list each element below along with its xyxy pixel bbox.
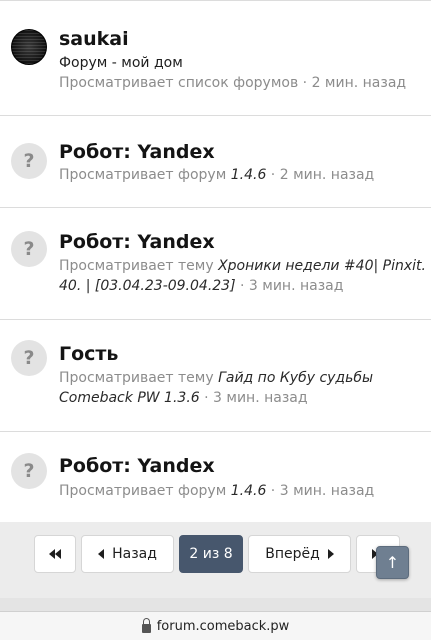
avatar: ? [11, 143, 47, 179]
page-footer-edge [0, 598, 431, 612]
member-name: Робот: Yandex [59, 231, 215, 253]
online-members-list: saukai Форум - мой дом Просматривает спи… [0, 0, 431, 522]
activity-line: Просматривает форум 1.4.6 · 3 мин. назад [59, 481, 374, 501]
chevron-right-icon [327, 549, 334, 559]
activity-time: 3 мин. назад [248, 278, 344, 294]
activity-target-link-cont[interactable]: Comeback PW 1.3.6 [59, 390, 200, 406]
activity-time: 3 мин. назад [213, 390, 308, 406]
avatar: ? [11, 231, 47, 267]
current-page-label: 2 из 8 [189, 546, 233, 562]
status-text: Форум - мой дом [59, 55, 183, 71]
separator: · [199, 390, 214, 406]
scroll-to-top-button[interactable]: ↑ [376, 546, 409, 579]
member-name: Гость [59, 343, 119, 365]
activity-line: Просматривает форум 1.4.6 · 2 мин. назад [59, 165, 374, 185]
prev-page-button[interactable]: Назад [81, 535, 174, 573]
member-name: Робот: Yandex [59, 141, 215, 163]
activity-time: 2 мин. назад [311, 75, 407, 91]
activity-target-link[interactable]: 1.4.6 [231, 483, 267, 499]
separator: · [266, 483, 280, 499]
separator: · [266, 167, 280, 183]
activity-line: Просматривает список форумов · 2 мин. на… [59, 73, 406, 93]
list-item: ? Робот: Yandex Просматривает форум 1.4.… [0, 116, 431, 208]
prev-label: Назад [112, 546, 157, 562]
next-label: Вперёд [265, 546, 320, 562]
activity-text: Просматривает форум [59, 483, 227, 499]
first-page-button[interactable] [34, 535, 76, 573]
avatar: ? [11, 340, 47, 376]
list-item: ? Робот: Yandex Просматривает тему Хрони… [0, 208, 431, 320]
activity-text: Просматривает список форумов [59, 75, 299, 91]
activity-text: Просматривает тему [59, 370, 214, 386]
separator: · [235, 278, 249, 294]
activity-target-link[interactable]: Гайд по Кубу судьбы [218, 370, 373, 386]
activity-line: Просматривает тему Хроники недели #40| P… [59, 256, 426, 276]
activity-line: Просматривает тему Гайд по Кубу судьбы [59, 368, 373, 388]
list-item: saukai Форум - мой дом Просматривает спи… [0, 1, 431, 116]
url-text: forum.comeback.pw [156, 618, 290, 634]
member-name[interactable]: saukai [59, 28, 129, 50]
activity-line-cont: 40. | [03.04.23-09.04.23] · 3 мин. назад [59, 276, 343, 296]
list-item: ? Гость Просматривает тему Гайд по Кубу … [0, 320, 431, 432]
current-page-indicator[interactable]: 2 из 8 [179, 535, 243, 573]
arrow-up-icon: ↑ [385, 553, 400, 572]
member-status: Форум - мой дом [59, 53, 183, 73]
activity-time: 2 мин. назад [279, 167, 375, 183]
avatar[interactable] [11, 29, 47, 65]
activity-target-link[interactable]: 1.4.6 [231, 167, 267, 183]
member-name: Робот: Yandex [59, 455, 215, 477]
activity-target-link-cont[interactable]: 40. | [03.04.23-09.04.23] [59, 278, 236, 294]
double-left-icon [49, 549, 61, 559]
avatar: ? [11, 453, 47, 489]
activity-text: Просматривает форум [59, 167, 227, 183]
activity-line-cont: Comeback PW 1.3.6 · 3 мин. назад [59, 388, 308, 408]
next-page-button[interactable]: Вперёд [248, 535, 351, 573]
activity-time: 3 мин. назад [279, 483, 375, 499]
chevron-left-icon [98, 549, 105, 559]
lock-icon [141, 617, 151, 633]
activity-target-link[interactable]: Хроники недели #40| Pinxit. [218, 258, 426, 274]
separator: · [298, 75, 312, 91]
browser-address-bar[interactable]: forum.comeback.pw [0, 612, 431, 640]
list-item: ? Робот: Yandex Просматривает форум 1.4.… [0, 432, 431, 522]
activity-text: Просматривает тему [59, 258, 214, 274]
